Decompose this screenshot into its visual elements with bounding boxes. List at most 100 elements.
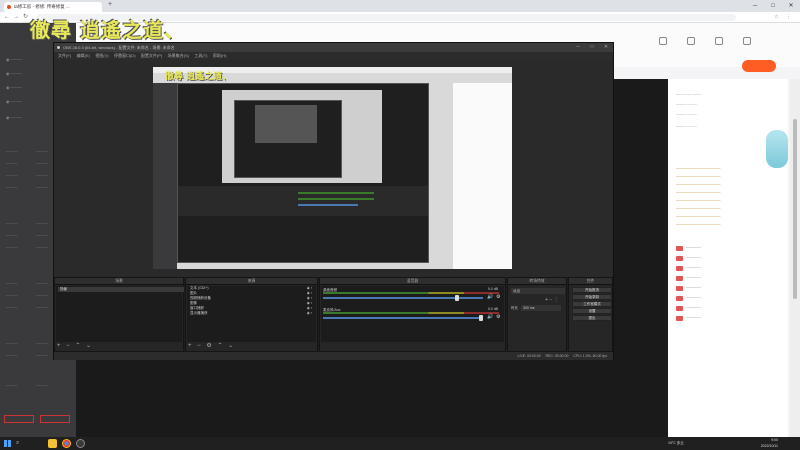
nav-game-item[interactable] bbox=[652, 37, 674, 48]
source-label: 图像 bbox=[190, 301, 197, 305]
sources-toolbar[interactable]: + − ⚙ ⌃ ⌄ bbox=[188, 343, 235, 350]
menu-scene-collection[interactable]: 场景集合(S) bbox=[168, 52, 189, 60]
new-tab-button[interactable]: + bbox=[108, 1, 112, 8]
nested-canvas bbox=[222, 90, 382, 183]
sidebar-entry[interactable]: ◉ ──── bbox=[6, 57, 22, 62]
windows-taskbar: ⌕ 19°C 多云 9:00 2022/10/11 bbox=[0, 437, 800, 450]
exit-button[interactable]: 退出 bbox=[572, 315, 612, 321]
volume-fader[interactable] bbox=[323, 317, 483, 319]
gift-icon bbox=[676, 265, 683, 271]
browser-tab[interactable]: ta修工房 - 修修: 传奇修复 ... bbox=[4, 2, 102, 12]
gamepad-icon bbox=[659, 37, 667, 45]
menu-profile[interactable]: 配置文件(P) bbox=[141, 52, 162, 60]
obs-window: OBS 28.0.3 (64-bit, windows) - 配置文件: 未命名… bbox=[53, 42, 614, 360]
stream-overlay-title: 徹尋 逍遙之道、 bbox=[30, 18, 185, 42]
source-label: 图片 bbox=[190, 291, 197, 295]
fader-knob[interactable] bbox=[479, 315, 483, 321]
preview-canvas[interactable]: 徹尋 逍遙之道、 bbox=[153, 67, 512, 269]
source-label: 窗口捕获 bbox=[190, 306, 204, 310]
duration-input[interactable]: 300 ms bbox=[521, 305, 561, 311]
menu-tools[interactable]: 工具(T) bbox=[194, 52, 207, 60]
search-icon[interactable]: ⌕ bbox=[16, 439, 42, 448]
gear-icon[interactable]: ⚙ bbox=[496, 314, 500, 320]
nav-item[interactable] bbox=[736, 37, 758, 48]
sidebar-entry[interactable]: ◉ ──── bbox=[6, 85, 22, 90]
transitions-dock: 转场特效 淡出 + − ⋮ 时长 300 ms bbox=[507, 277, 567, 352]
visibility-icon[interactable]: ◉ ▪ bbox=[307, 311, 312, 316]
chrome-icon[interactable] bbox=[62, 439, 71, 448]
scene-item[interactable]: 场景 bbox=[58, 287, 184, 292]
reload-icon[interactable]: ↻ bbox=[23, 13, 28, 22]
transition-select[interactable]: 淡出 bbox=[511, 288, 565, 294]
obs-maximize-button[interactable]: □ bbox=[585, 43, 599, 52]
gift-message: ────── bbox=[676, 295, 756, 302]
source-label: 文本 (GDI+) bbox=[190, 286, 209, 290]
windows-start-icon[interactable] bbox=[4, 440, 11, 447]
close-button[interactable]: ✕ bbox=[782, 0, 800, 12]
sidebar-action-button[interactable] bbox=[4, 415, 34, 423]
speaker-icon[interactable]: 🔊 bbox=[487, 294, 493, 300]
menu-docks[interactable]: 停靠窗口(D) bbox=[114, 52, 136, 60]
chat-message: ────────────────── bbox=[676, 207, 721, 211]
maximize-button[interactable]: □ bbox=[764, 0, 782, 12]
chat-message: ────────────────── bbox=[676, 199, 721, 203]
browser-tab-strip: ta修工房 - 修修: 传奇修复 ... + ─ □ ✕ bbox=[0, 0, 800, 12]
nav-item[interactable] bbox=[680, 37, 702, 48]
scenes-toolbar[interactable]: + − ⌃ ⌄ bbox=[57, 343, 93, 350]
gift-icon bbox=[676, 255, 683, 261]
start-streaming-button[interactable]: 开始推流 bbox=[572, 287, 612, 293]
forward-icon[interactable]: → bbox=[13, 13, 19, 22]
nav-icon bbox=[687, 37, 695, 45]
browser-tab-title: ta修工房 - 修修: 传奇修复 ... bbox=[14, 4, 70, 9]
nav-item[interactable] bbox=[708, 37, 730, 48]
sidebar-action-button[interactable] bbox=[40, 415, 70, 423]
sidebar-entry[interactable]: ◉ ──── bbox=[6, 115, 22, 120]
start-recording-button[interactable]: 开始录制 bbox=[572, 294, 612, 300]
sidebar-category-row[interactable]: ──── ──── bbox=[6, 383, 70, 388]
fader-knob[interactable] bbox=[455, 295, 459, 301]
weather-widget[interactable]: 19°C 多云 bbox=[668, 441, 684, 446]
menu-file[interactable]: 文件(F) bbox=[58, 52, 71, 60]
speaker-icon[interactable]: 🔊 bbox=[487, 314, 493, 320]
sidebar-entry[interactable]: ◉ ──── bbox=[6, 99, 22, 104]
system-clock[interactable]: 9:00 2022/10/11 bbox=[761, 438, 778, 449]
site-favicon-icon bbox=[7, 5, 11, 9]
gift-message: ────── bbox=[676, 245, 756, 252]
scrollbar-thumb[interactable] bbox=[793, 119, 797, 299]
studio-mode-button[interactable]: 工作室模式 bbox=[572, 301, 612, 307]
transitions-body: 淡出 + − ⋮ 时长 300 ms bbox=[509, 286, 565, 342]
mixer-dock-title: 混音器 bbox=[320, 278, 505, 285]
back-icon[interactable]: ← bbox=[4, 13, 10, 22]
controls-dock-title: 控件 bbox=[569, 278, 612, 285]
obs-minimize-button[interactable]: ─ bbox=[571, 43, 585, 52]
chat-message: ────────────────── bbox=[676, 175, 721, 179]
menu-help[interactable]: 帮助(H) bbox=[213, 52, 227, 60]
mixer-body: 桌面音频 0.0 dB 🔊 ⚙ 麦克风/Aux 0.0 dB 🔊 ⚙ bbox=[321, 286, 504, 342]
gift-message: ────── bbox=[676, 265, 756, 272]
volume-fader[interactable] bbox=[323, 297, 483, 299]
obs-preview[interactable]: 徹尋 逍遙之道、 bbox=[54, 60, 613, 277]
menu-view[interactable]: 视图(V) bbox=[95, 52, 108, 60]
gift-message: ────── bbox=[676, 315, 756, 322]
file-explorer-icon[interactable] bbox=[48, 439, 57, 448]
sidebar-entry[interactable]: ◉ ──── bbox=[6, 71, 22, 76]
transition-add-remove[interactable]: + − ⋮ bbox=[545, 297, 559, 303]
menu-edit[interactable]: 编辑(E) bbox=[77, 52, 90, 60]
source-item[interactable]: 显示器捕获 ◉ ▪ bbox=[189, 311, 317, 316]
gift-icon bbox=[676, 245, 683, 251]
chat-message: ────────────────── bbox=[676, 183, 721, 187]
settings-button[interactable]: 设置 bbox=[572, 308, 612, 314]
scenes-list: 场景 bbox=[56, 286, 184, 342]
gear-icon[interactable]: ⚙ bbox=[496, 294, 500, 300]
canvas-overlay-text: 徹尋 逍遙之道、 bbox=[165, 72, 232, 82]
captured-sidebar bbox=[153, 83, 177, 269]
gift-icon bbox=[676, 305, 683, 311]
page-scrollbar[interactable] bbox=[790, 79, 800, 438]
obs-close-button[interactable]: ✕ bbox=[599, 43, 613, 52]
obs-taskbar-icon[interactable] bbox=[76, 439, 85, 448]
nav-icon bbox=[743, 37, 751, 45]
chat-meta: ────── ──── bbox=[676, 93, 702, 97]
extension-icons[interactable]: ☆ ⋮ bbox=[774, 13, 794, 22]
minimize-button[interactable]: ─ bbox=[746, 0, 764, 12]
login-button[interactable] bbox=[742, 60, 776, 72]
